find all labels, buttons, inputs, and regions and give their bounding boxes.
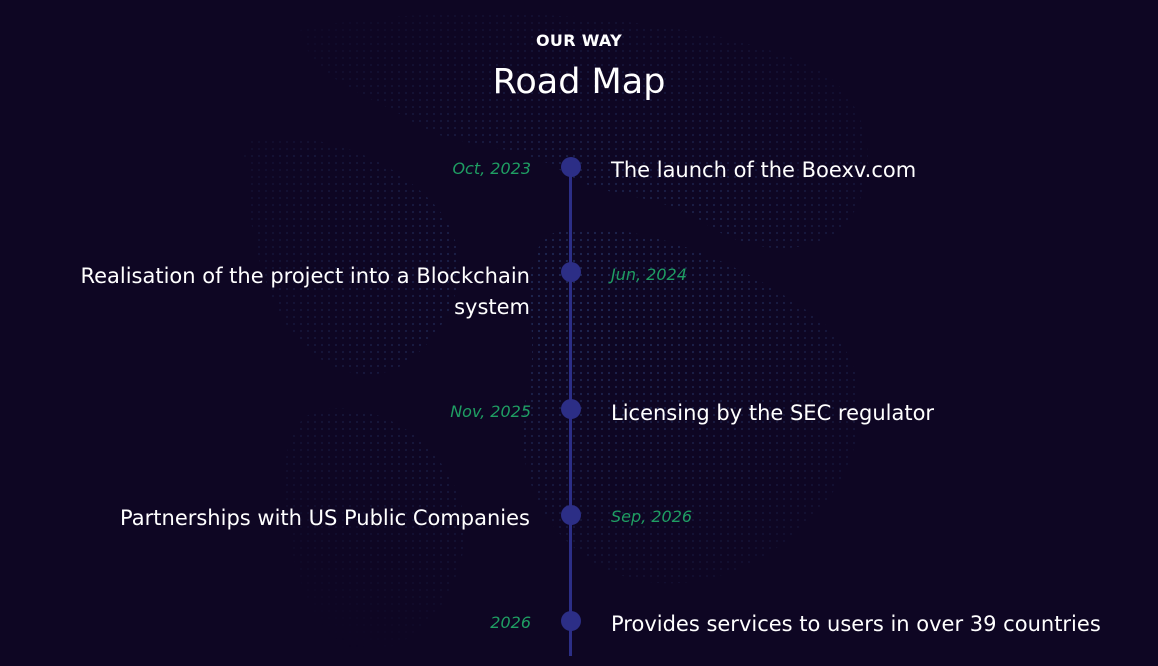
section-title: Road Map <box>492 62 666 102</box>
milestone-text: Provides services to users in over 39 co… <box>611 612 1101 636</box>
timeline-dot <box>561 399 581 419</box>
milestone-date: 2026 <box>490 613 531 632</box>
section-eyebrow: OUR WAY <box>536 31 622 50</box>
milestone-date: Oct, 2023 <box>452 159 531 178</box>
timeline-dot <box>561 262 581 282</box>
milestone-text: Realisation of the project into a Blockc… <box>80 264 530 319</box>
timeline-dot <box>561 157 581 177</box>
timeline-dot <box>561 505 581 525</box>
milestone-text: The launch of the Boexv.com <box>611 158 917 182</box>
timeline-dot <box>561 611 581 631</box>
milestone-date: Nov, 2025 <box>450 402 531 421</box>
milestone-text: Partnerships with US Public Companies <box>120 506 530 530</box>
milestone-date: Jun, 2024 <box>611 265 687 284</box>
milestone-text: Licensing by the SEC regulator <box>611 401 935 425</box>
milestone-date: Sep, 2026 <box>611 507 693 526</box>
